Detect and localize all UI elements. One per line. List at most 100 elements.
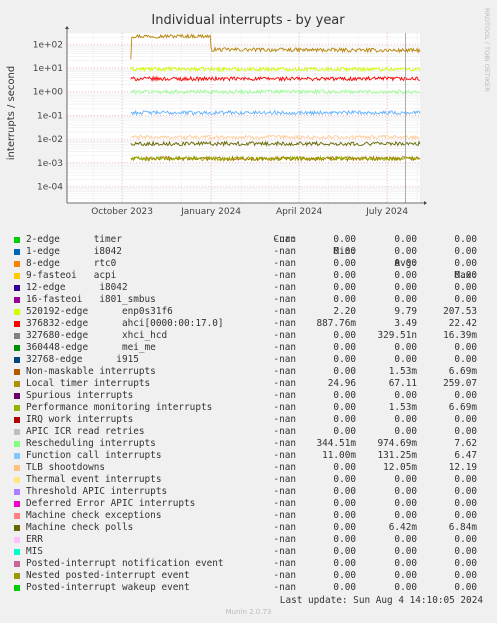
legend-label: Non-maskable interrupts [26, 366, 156, 377]
legend-max: 6.69m [448, 402, 477, 413]
legend-label: Deferred Error APIC interrupts [26, 498, 196, 509]
x-tick-label: October 2023 [91, 207, 153, 217]
legend-swatch [14, 513, 20, 519]
legend-swatch [14, 309, 20, 315]
legend-max: 0.00 [454, 354, 477, 365]
legend-swatch [14, 261, 20, 267]
legend-swatch [14, 237, 20, 243]
legend-max: 0.00 [454, 390, 477, 401]
plot-area [67, 33, 420, 203]
legend-max: 7.62 [454, 438, 477, 449]
legend-min: 0.00 [333, 414, 356, 425]
legend-min: 0.00 [333, 558, 356, 569]
legend-row: Thermal event interrupts -nan 0.00 0.00 0.00 [14, 474, 490, 486]
y-tick-label: 1e+01 [33, 64, 63, 74]
legend-row: Performance monitoring interrupts -nan 0.0… [14, 402, 490, 414]
legend-label: 9-fasteoi acpi [26, 270, 117, 281]
legend-max: 0.00 [454, 294, 477, 305]
legend-row: TLB shootdowns -nan 0.00 12.05m 12.19 [14, 462, 490, 474]
legend-min: 887.76m [316, 318, 356, 329]
legend-label: Local timer interrupts [26, 378, 151, 389]
legend-swatch [14, 333, 20, 339]
legend-swatch [14, 249, 20, 255]
legend-label: TLB shootdowns [26, 462, 106, 473]
legend-min: 0.00 [333, 486, 356, 497]
legend-swatch [14, 573, 20, 579]
y-tick-label: 1e+00 [33, 88, 64, 98]
legend-row: Rescheduling interrupts -nan 344.51m 974.69… [14, 438, 490, 450]
x-tick-label: January 2024 [180, 207, 241, 217]
legend-row: Threshold APIC interrupts -nan 0.00 0.00 0.0… [14, 486, 490, 498]
legend-label: 520192-edge enp0s31f6 [26, 306, 173, 317]
legend-min: 0.00 [333, 270, 356, 281]
legend-label: 16-fasteoi i801_smbus [26, 294, 156, 305]
legend-min: 0.00 [333, 258, 356, 269]
legend-swatch [14, 297, 20, 303]
legend-max: 6.69m [448, 366, 477, 377]
legend-max: 16.39m [443, 330, 477, 341]
legend-min: 0.00 [333, 282, 356, 293]
x-axis-arrow [424, 201, 427, 205]
legend-max: 0.00 [454, 342, 477, 353]
legend-min: 0.00 [333, 570, 356, 581]
legend-max: 0.00 [454, 558, 477, 569]
legend-label: 376832-edge ahci[0000:00:17.0] [26, 318, 224, 329]
legend-min: 0.00 [333, 546, 356, 557]
legend-max: 0.00 [454, 246, 477, 257]
legend-min: 0.00 [333, 402, 356, 413]
legend: Cur: Min: Avg: Max: 2-edge timer -nan 0.00… [14, 222, 490, 594]
legend-swatch [14, 405, 20, 411]
legend-row: ERR -nan 0.00 0.00 0.00 [14, 534, 490, 546]
last-update: Last update: Sun Aug 4 14:10:05 2024 [279, 595, 483, 606]
legend-label: 327680-edge xhci_hcd [26, 330, 168, 341]
legend-label: Nested posted-interrupt event [26, 570, 190, 581]
legend-row: Machine check polls -nan 0.00 6.42m 6.84m [14, 522, 490, 534]
legend-swatch [14, 465, 20, 471]
legend-row: 520192-edge enp0s31f6 -nan 2.20 9.79 207.53 [14, 306, 490, 318]
y-tick-label: 1e+02 [33, 40, 63, 50]
legend-min: 0.00 [333, 510, 356, 521]
legend-row: 9-fasteoi acpi -nan 0.00 0.00 0.00 [14, 270, 490, 282]
legend-label: Performance monitoring interrupts [26, 402, 213, 413]
legend-max: 0.00 [454, 498, 477, 509]
legend-swatch [14, 417, 20, 423]
legend-max: 0.00 [454, 414, 477, 425]
legend-header: Cur: Min: Avg: Max: [14, 222, 490, 281]
legend-swatch [14, 585, 20, 591]
legend-min: 0.00 [333, 426, 356, 437]
legend-min: 11.00m [322, 450, 356, 461]
legend-max: 0.00 [454, 570, 477, 581]
legend-swatch [14, 561, 20, 567]
legend-max: 207.53 [443, 306, 477, 317]
legend-min: 0.00 [333, 246, 356, 257]
legend-min: 0.00 [333, 342, 356, 353]
legend-max: 0.00 [454, 486, 477, 497]
legend-row: 327680-edge xhci_hcd -nan 0.00 329.51n 16.39… [14, 330, 490, 342]
legend-swatch [14, 549, 20, 555]
legend-swatch [14, 381, 20, 387]
legend-label: MIS [26, 546, 43, 557]
legend-swatch [14, 321, 20, 327]
legend-swatch [14, 477, 20, 483]
legend-swatch [14, 441, 20, 447]
legend-label: Rescheduling interrupts [26, 438, 156, 449]
legend-row: 360448-edge mei_me -nan 0.00 0.00 0.00 [14, 342, 490, 354]
legend-label: 2-edge timer [26, 234, 122, 245]
legend-swatch [14, 285, 20, 291]
munin-version: Munin 2.0.73 [225, 608, 272, 616]
legend-label: Machine check polls [26, 522, 134, 533]
legend-swatch [14, 369, 20, 375]
legend-max: 0.00 [454, 474, 477, 485]
legend-min: 0.00 [333, 534, 356, 545]
legend-min: 0.00 [333, 462, 356, 473]
legend-label: Machine check exceptions [26, 510, 162, 521]
legend-max: 22.42 [448, 318, 477, 329]
legend-min: 0.00 [333, 366, 356, 377]
legend-max: 12.19 [448, 462, 477, 473]
legend-row: Posted-interrupt wakeup event -nan 0.00 0.0… [14, 582, 490, 594]
legend-row: 16-fasteoi i801_smbus -nan 0.00 0.00 0.00 [14, 294, 490, 306]
legend-swatch [14, 453, 20, 459]
legend-max: 0.00 [454, 510, 477, 521]
legend-max: 0.00 [454, 426, 477, 437]
legend-row: Non-maskable interrupts -nan 0.00 1.53m 6.69… [14, 366, 490, 378]
